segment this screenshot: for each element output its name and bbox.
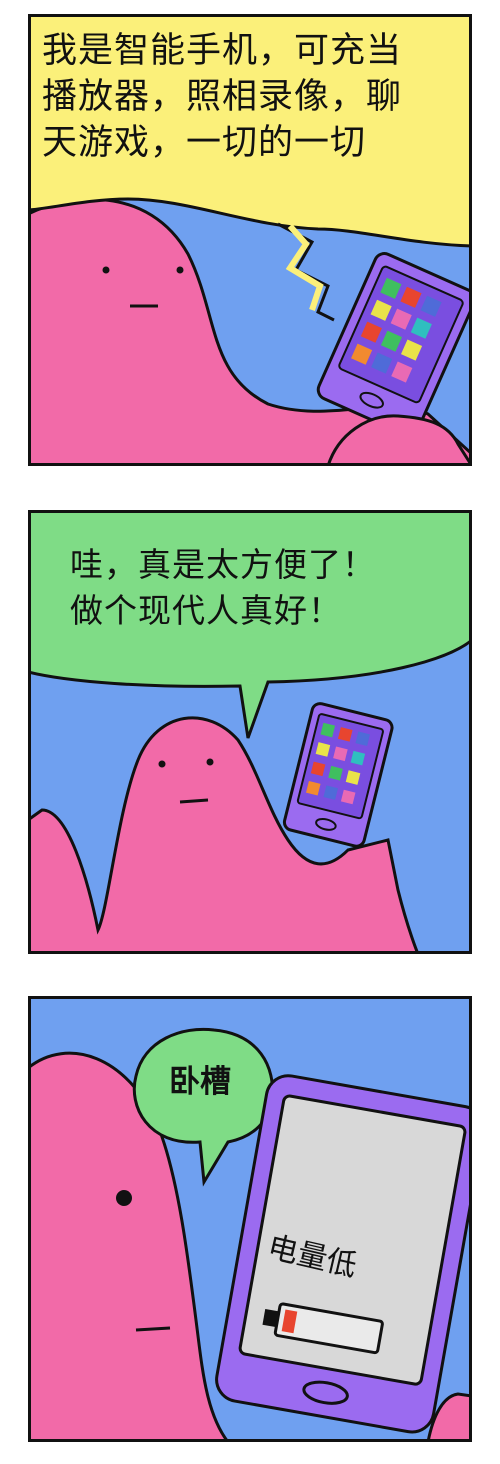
blob-eye-left [158,760,166,768]
blob-eye [116,1190,132,1206]
blob-eye-left [102,266,110,274]
blob-eye-right [206,758,214,766]
caption-text: 哇，真是太方便了！ 做个现代人真好！ [70,545,376,630]
comic-panel-1: 我是智能手机，可充当 播放器，照相录像，聊 天游戏，一切的一切 [28,14,472,466]
blob-mouth [135,1326,171,1332]
comic-panel-3: 卧槽 电量低 [28,996,472,1442]
blob-mouth [179,798,209,804]
blob-eye-right [176,266,184,274]
exclamation-text: 卧槽 [169,1064,231,1100]
caption-text: 我是智能手机，可充当 播放器，照相录像，聊 天游戏，一切的一切 [42,31,403,163]
comic-panel-2: 哇，真是太方便了！ 做个现代人真好！ [28,510,472,954]
